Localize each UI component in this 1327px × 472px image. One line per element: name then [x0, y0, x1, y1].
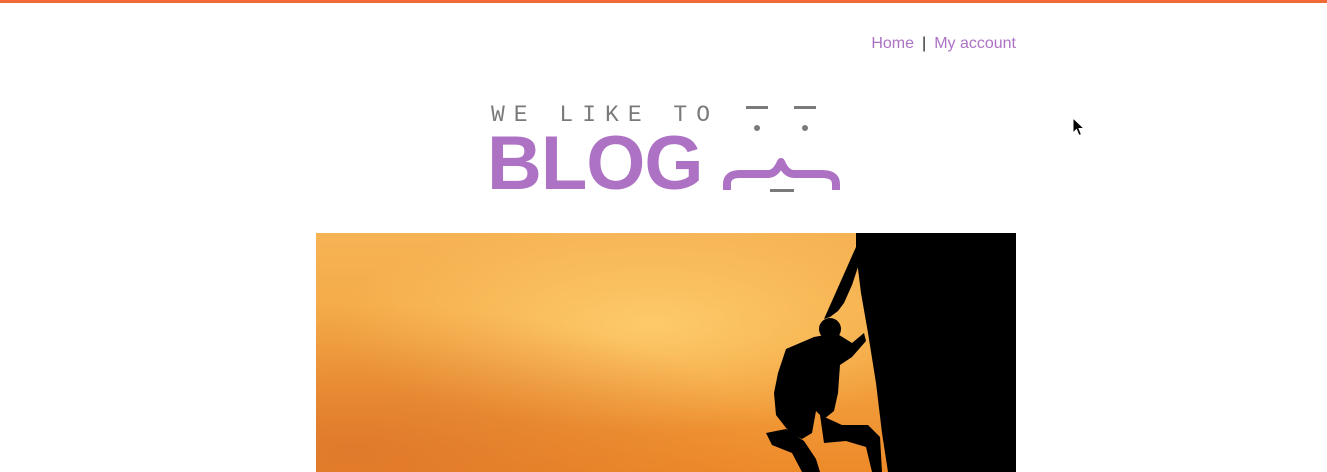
- nav-separator: |: [922, 35, 927, 52]
- hero-image: [316, 233, 1016, 472]
- logo-wordmark: BLOG: [487, 121, 704, 206]
- nav-link-home[interactable]: Home: [871, 35, 914, 52]
- top-navigation: Home | My account: [871, 34, 1016, 54]
- smiley-face-icon: [723, 106, 840, 192]
- nav-link-my-account[interactable]: My account: [934, 35, 1016, 52]
- top-accent-bar: [0, 0, 1327, 3]
- mouse-pointer-icon: [1072, 117, 1086, 137]
- site-logo[interactable]: WE LIKE TO BLOG: [486, 100, 846, 206]
